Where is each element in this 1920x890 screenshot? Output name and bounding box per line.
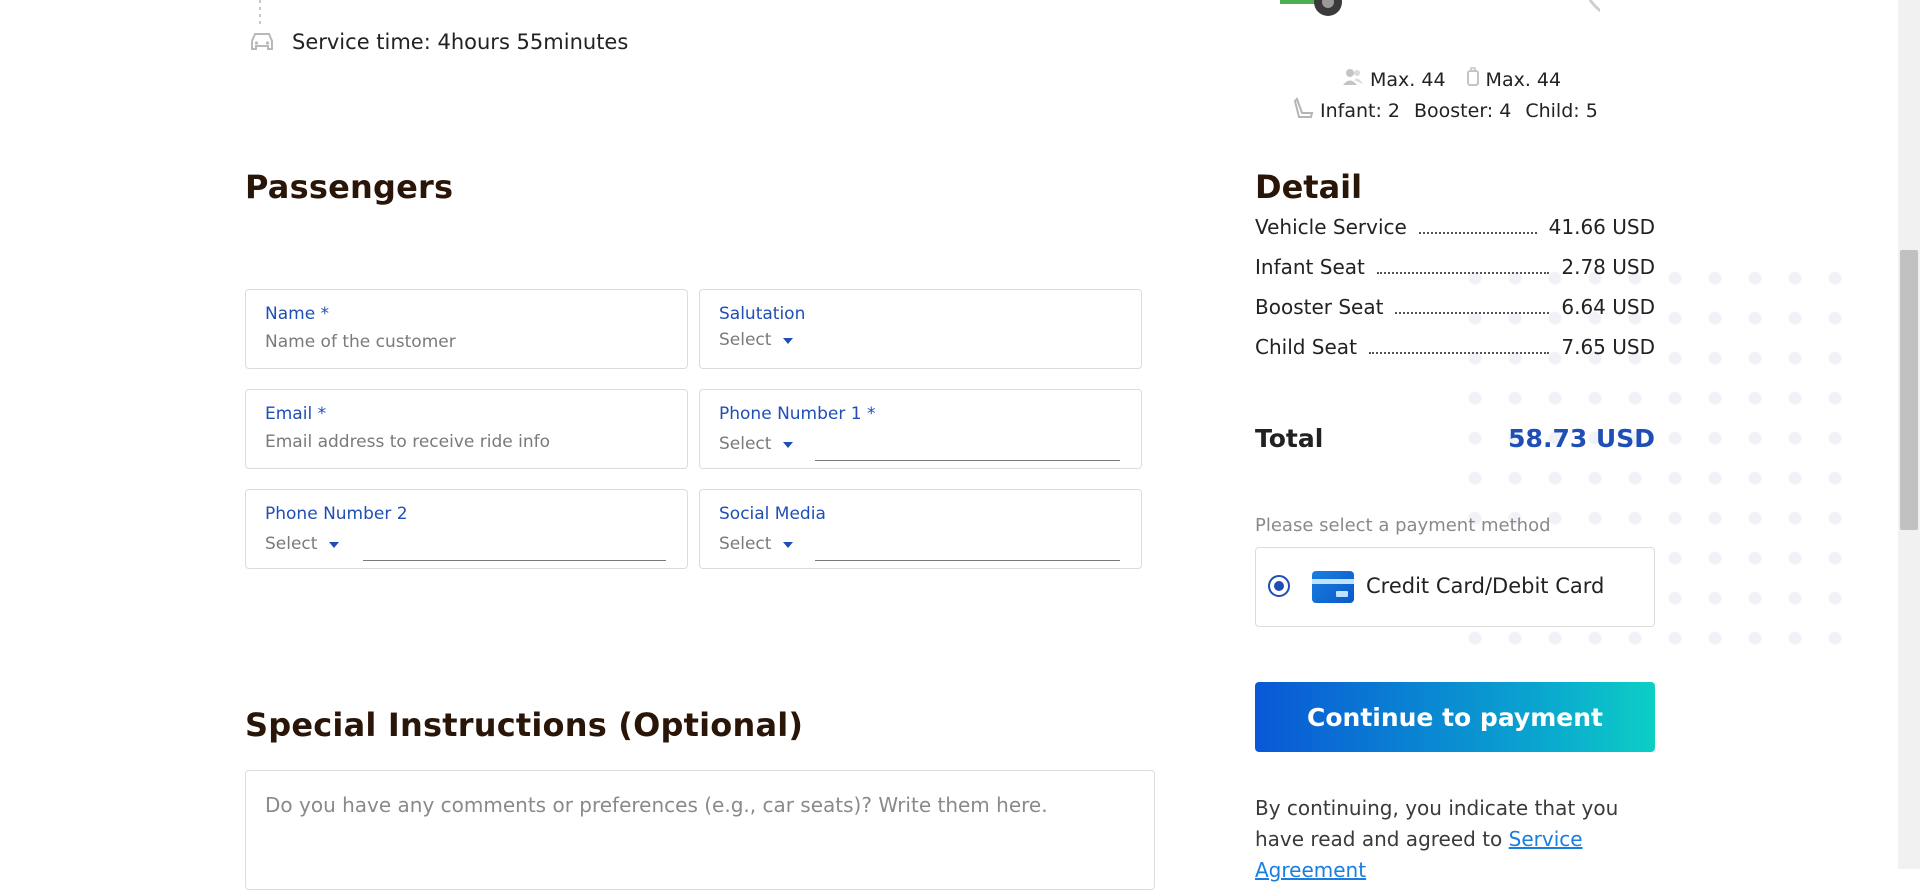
passengers-title: Passengers <box>245 168 454 206</box>
car-icon <box>248 31 276 53</box>
detail-row-child-seat: Child Seat 7.65 USD <box>1255 334 1655 360</box>
social-media-select[interactable]: Select <box>719 534 794 554</box>
continue-to-payment-button[interactable]: Continue to payment <box>1255 682 1655 752</box>
detail-title: Detail <box>1255 168 1363 206</box>
booster-count: Booster: 4 <box>1414 99 1512 122</box>
detail-row-amount: 6.64 USD <box>1561 295 1655 319</box>
email-label: Email * <box>265 404 327 424</box>
phone2-label: Phone Number 2 <box>265 504 408 524</box>
caret-down-icon <box>783 442 794 448</box>
phone2-number-input[interactable] <box>363 560 666 561</box>
luggage-icon <box>1466 67 1480 92</box>
total-amount: 58.73 USD <box>1508 424 1655 453</box>
dotted-leader <box>1395 312 1550 314</box>
child-seats-row: Infant: 2 Booster: 4 Child: 5 <box>1293 97 1598 124</box>
detail-row-label: Child Seat <box>1255 335 1357 359</box>
max-luggage: Max. 44 <box>1485 68 1562 91</box>
detail-row-infant-seat: Infant Seat 2.78 USD <box>1255 254 1655 280</box>
infant-count: Infant: 2 <box>1320 99 1400 122</box>
agreement-notice: By continuing, you indicate that you hav… <box>1255 793 1655 886</box>
name-label: Name * <box>265 304 330 324</box>
special-instructions-placeholder: Do you have any comments or preferences … <box>265 793 1048 817</box>
special-instructions-title: Special Instructions (Optional) <box>245 706 804 744</box>
detail-row-booster-seat: Booster Seat 6.64 USD <box>1255 294 1655 320</box>
detail-row-amount: 41.66 USD <box>1548 215 1655 239</box>
detail-row-vehicle-service: Vehicle Service 41.66 USD <box>1255 214 1655 240</box>
dotted-leader <box>1418 232 1537 234</box>
social-media-select-value: Select <box>719 534 772 554</box>
phone2-select-value: Select <box>265 534 318 554</box>
phone1-field[interactable]: Phone Number 1 * Select <box>699 389 1142 469</box>
payment-option-card[interactable]: Credit Card/Debit Card <box>1255 547 1655 627</box>
phone1-country-select[interactable]: Select <box>719 434 794 454</box>
dotted-leader <box>1376 272 1550 274</box>
salutation-select-value: Select <box>719 330 772 350</box>
social-media-label: Social Media <box>719 504 826 524</box>
service-time-text: Service time: 4hours 55minutes <box>292 30 629 54</box>
detail-row-amount: 7.65 USD <box>1561 335 1655 359</box>
detail-row-label: Booster Seat <box>1255 295 1384 319</box>
phone1-number-input[interactable] <box>815 460 1120 461</box>
detail-row-label: Infant Seat <box>1255 255 1365 279</box>
phone1-select-value: Select <box>719 434 772 454</box>
payment-method-label: Credit Card/Debit Card <box>1366 574 1605 598</box>
detail-row-amount: 2.78 USD <box>1561 255 1655 279</box>
name-input[interactable]: Name of the customer <box>265 332 456 352</box>
payment-radio-selected[interactable] <box>1268 575 1290 597</box>
service-time-row: Service time: 4hours 55minutes <box>248 28 628 56</box>
payment-method-hint: Please select a payment method <box>1255 515 1551 536</box>
email-field[interactable]: Email * Email address to receive ride in… <box>245 389 688 469</box>
route-connector <box>259 0 261 26</box>
capacity-row: Max. 44 Max. 44 <box>1342 67 1561 92</box>
caret-down-icon <box>329 542 340 548</box>
phone2-country-select[interactable]: Select <box>265 534 340 554</box>
max-passengers: Max. 44 <box>1370 68 1446 91</box>
dotted-leader <box>1368 352 1550 354</box>
detail-row-label: Vehicle Service <box>1255 215 1407 239</box>
salutation-label: Salutation <box>719 304 806 324</box>
child-count: Child: 5 <box>1525 99 1598 122</box>
caret-down-icon <box>783 338 794 344</box>
phone2-field[interactable]: Phone Number 2 Select <box>245 489 688 569</box>
salutation-field[interactable]: Salutation Select <box>699 289 1142 369</box>
email-input[interactable]: Email address to receive ride info <box>265 432 550 452</box>
social-media-handle-input[interactable] <box>815 560 1120 561</box>
passengers-icon <box>1342 68 1364 91</box>
total-label: Total <box>1255 424 1324 453</box>
social-media-field[interactable]: Social Media Select <box>699 489 1142 569</box>
credit-card-icon <box>1312 571 1354 603</box>
salutation-select[interactable]: Select <box>719 330 794 350</box>
child-seat-icon <box>1293 97 1314 124</box>
vehicle-image <box>1280 0 1603 24</box>
caret-down-icon <box>783 542 794 548</box>
name-field[interactable]: Name * Name of the customer <box>245 289 688 369</box>
special-instructions-textarea[interactable]: Do you have any comments or preferences … <box>245 770 1155 890</box>
phone1-label: Phone Number 1 * <box>719 404 876 424</box>
scrollbar-thumb[interactable] <box>1900 250 1918 530</box>
